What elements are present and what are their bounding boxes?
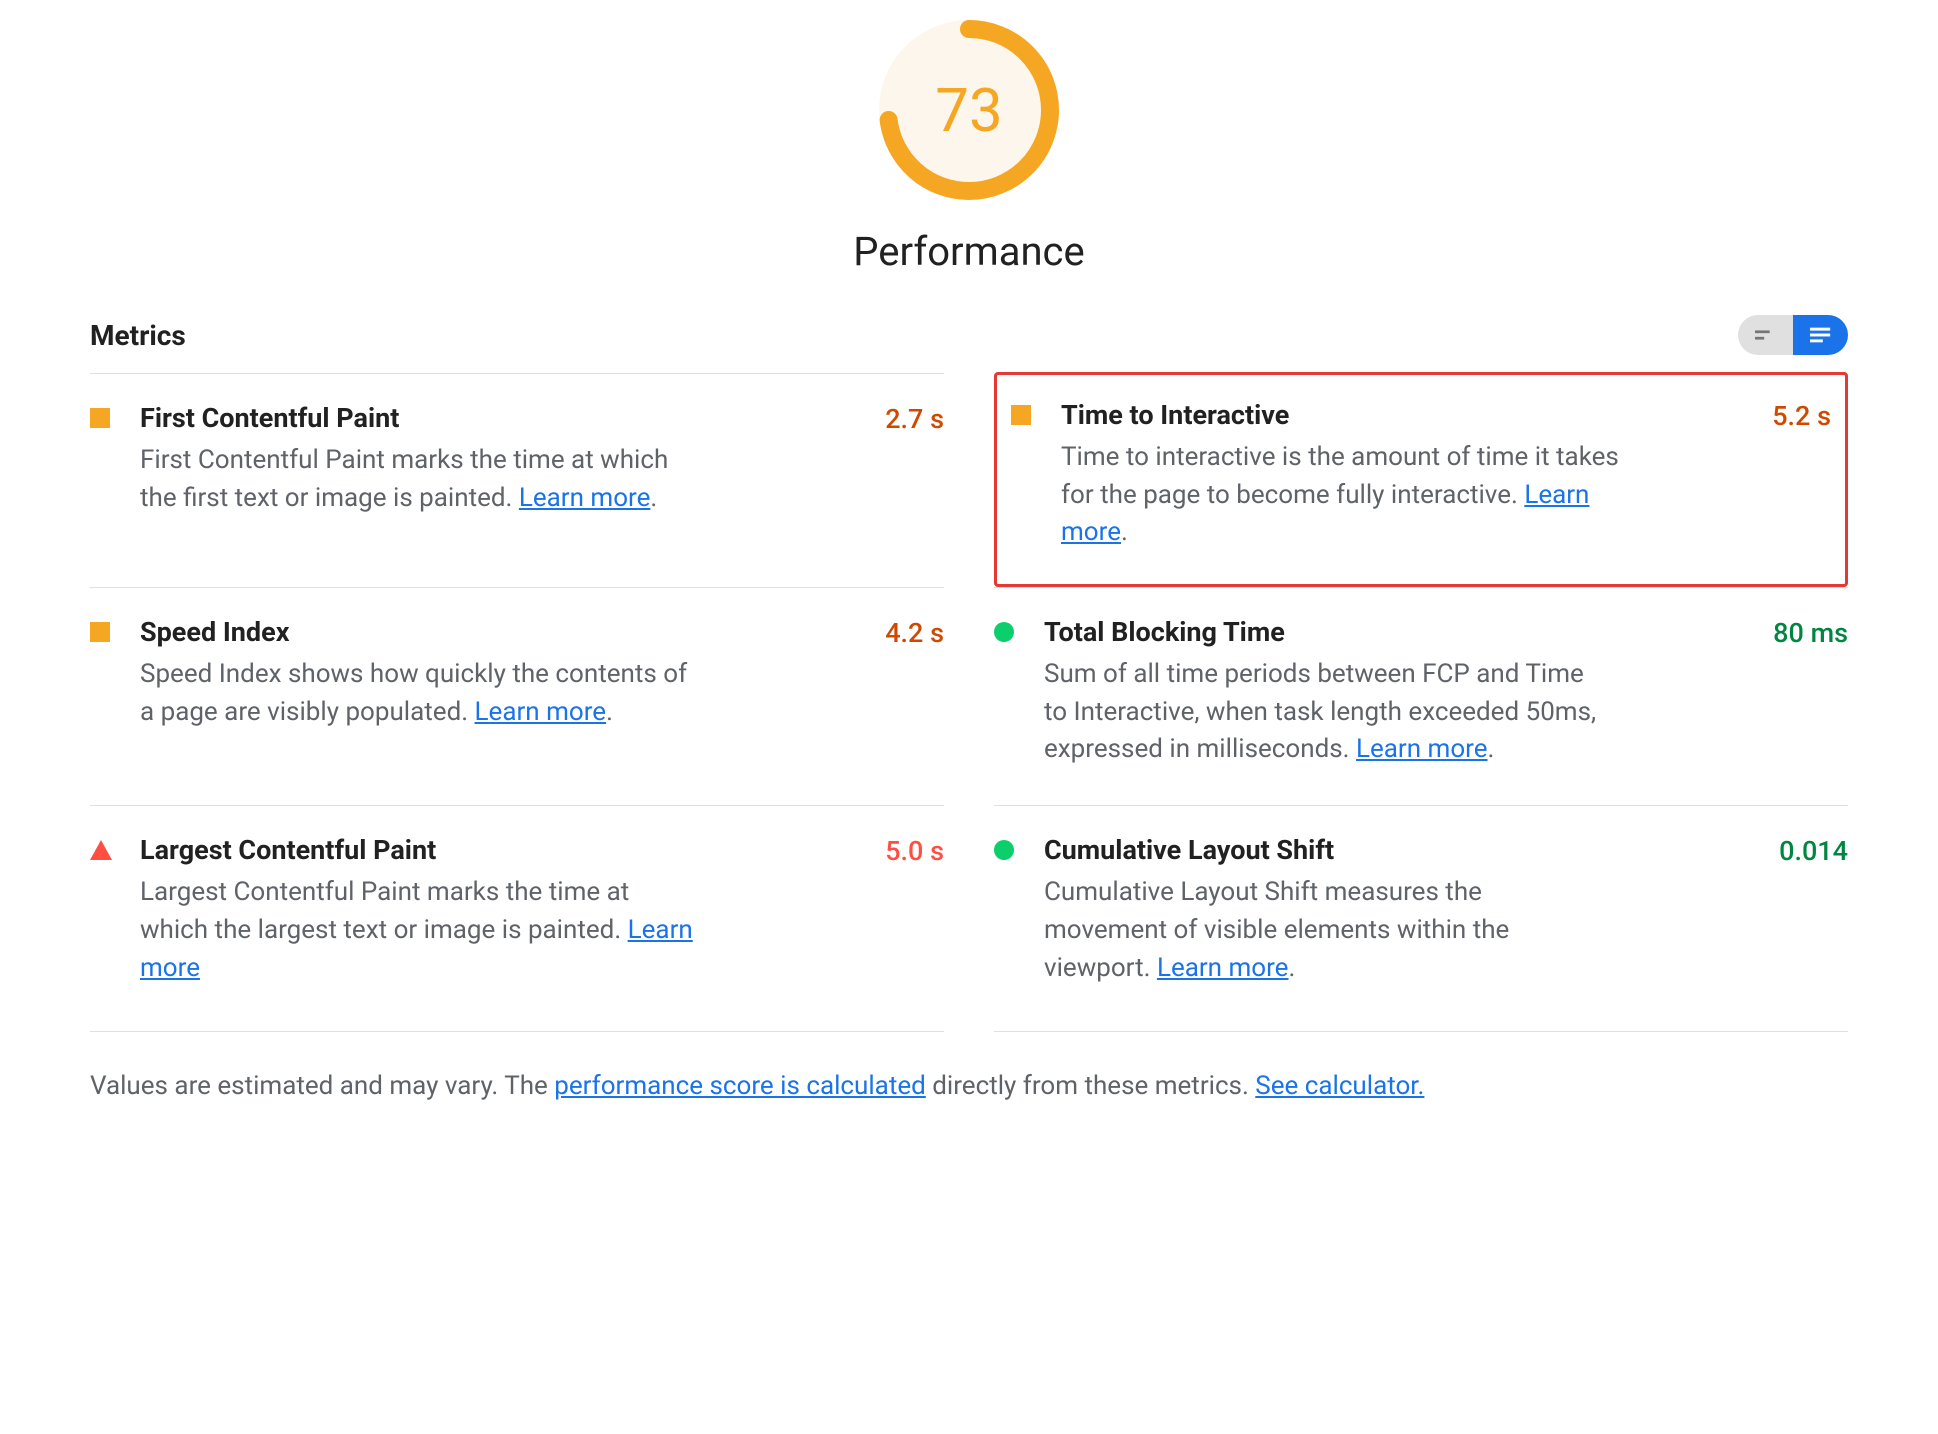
score-gauge: 73 (879, 20, 1059, 200)
metric-row: First Contentful PaintFirst Contentful P… (90, 402, 944, 517)
metrics-heading: Metrics (90, 319, 186, 352)
performance-score-link[interactable]: performance score is calculated (554, 1071, 926, 1101)
metric-description: Speed Index shows how quickly the conten… (140, 656, 700, 731)
metric-description: Cumulative Layout Shift measures the mov… (1044, 874, 1604, 987)
circle-icon (994, 840, 1014, 860)
footnote: Values are estimated and may vary. The p… (90, 1068, 1848, 1106)
gauge-title: Performance (853, 228, 1084, 275)
metric-row: Total Blocking TimeSum of all time perio… (994, 616, 1848, 769)
metric-row: Time to InteractiveTime to interactive i… (1011, 399, 1831, 552)
expanded-view-icon (1810, 327, 1832, 343)
metric-body: Speed IndexSpeed Index shows how quickly… (140, 616, 865, 731)
metric-value: 5.0 s (865, 834, 944, 867)
see-calculator-link[interactable]: See calculator. (1255, 1071, 1424, 1101)
status-indicator (1011, 399, 1061, 425)
score-gauge-section: 73 Performance (90, 20, 1848, 275)
metric-body: Total Blocking TimeSum of all time perio… (1044, 616, 1753, 769)
status-indicator (90, 834, 140, 860)
learn-more-link[interactable]: Learn more (475, 697, 607, 727)
period: . (1121, 517, 1128, 547)
metric-body: Cumulative Layout ShiftCumulative Layout… (1044, 834, 1759, 987)
period: . (1288, 953, 1295, 983)
period: . (650, 483, 657, 513)
metric-desc-text: Largest Contentful Paint marks the time … (140, 877, 629, 945)
metric-value: 2.7 s (865, 402, 944, 435)
metric-body: First Contentful PaintFirst Contentful P… (140, 402, 865, 517)
learn-more-link[interactable]: Learn more (1356, 734, 1488, 764)
metric-tti: Time to InteractiveTime to interactive i… (994, 372, 1848, 587)
square-icon (90, 622, 110, 642)
divider (994, 1031, 1848, 1032)
metric-cls: Cumulative Layout ShiftCumulative Layout… (994, 805, 1848, 1023)
metric-title: Time to Interactive (1061, 399, 1752, 439)
view-toggle (1738, 315, 1848, 355)
metric-description: Sum of all time periods between FCP and … (1044, 656, 1604, 769)
divider (90, 1031, 944, 1032)
compact-view-icon (1755, 327, 1777, 343)
period: . (1488, 734, 1495, 764)
metric-tbt: Total Blocking TimeSum of all time perio… (994, 587, 1848, 805)
toggle-compact-button[interactable] (1738, 315, 1793, 355)
metrics-header: Metrics (90, 315, 1848, 373)
gauge-score-value: 73 (935, 75, 1002, 146)
metric-body: Largest Contentful PaintLargest Contentf… (140, 834, 865, 987)
period: . (606, 697, 613, 727)
toggle-expanded-button[interactable] (1793, 315, 1848, 355)
learn-more-link[interactable]: Learn more (519, 483, 651, 513)
metric-row: Speed IndexSpeed Index shows how quickly… (90, 616, 944, 731)
metric-title: First Contentful Paint (140, 402, 865, 442)
metric-body: Time to InteractiveTime to interactive i… (1061, 399, 1752, 552)
metric-si: Speed IndexSpeed Index shows how quickly… (90, 587, 944, 805)
status-indicator (90, 616, 140, 642)
square-icon (1011, 405, 1031, 425)
learn-more-link[interactable]: Learn more (1157, 953, 1289, 983)
metrics-grid: First Contentful PaintFirst Contentful P… (90, 373, 1848, 1023)
metric-description: Largest Contentful Paint marks the time … (140, 874, 700, 987)
metric-value: 0.014 (1759, 834, 1848, 867)
status-indicator (994, 616, 1044, 642)
metric-desc-text: Sum of all time periods between FCP and … (1044, 659, 1596, 764)
metric-value: 80 ms (1753, 616, 1848, 649)
metric-title: Total Blocking Time (1044, 616, 1753, 656)
footnote-text-pre: Values are estimated and may vary. The (90, 1071, 554, 1101)
metric-title: Cumulative Layout Shift (1044, 834, 1759, 874)
metric-value: 5.2 s (1752, 399, 1831, 432)
metric-value: 4.2 s (865, 616, 944, 649)
metric-fcp: First Contentful PaintFirst Contentful P… (90, 373, 944, 587)
metric-description: First Contentful Paint marks the time at… (140, 442, 700, 517)
metric-lcp: Largest Contentful PaintLargest Contentf… (90, 805, 944, 1023)
status-indicator (90, 402, 140, 428)
metric-title: Speed Index (140, 616, 865, 656)
status-indicator (994, 834, 1044, 860)
triangle-icon (90, 840, 112, 860)
square-icon (90, 408, 110, 428)
metric-row: Cumulative Layout ShiftCumulative Layout… (994, 834, 1848, 987)
footnote-text-mid: directly from these metrics. (926, 1071, 1255, 1101)
metric-title: Largest Contentful Paint (140, 834, 865, 874)
metric-description: Time to interactive is the amount of tim… (1061, 439, 1621, 552)
circle-icon (994, 622, 1014, 642)
metric-row: Largest Contentful PaintLargest Contentf… (90, 834, 944, 987)
